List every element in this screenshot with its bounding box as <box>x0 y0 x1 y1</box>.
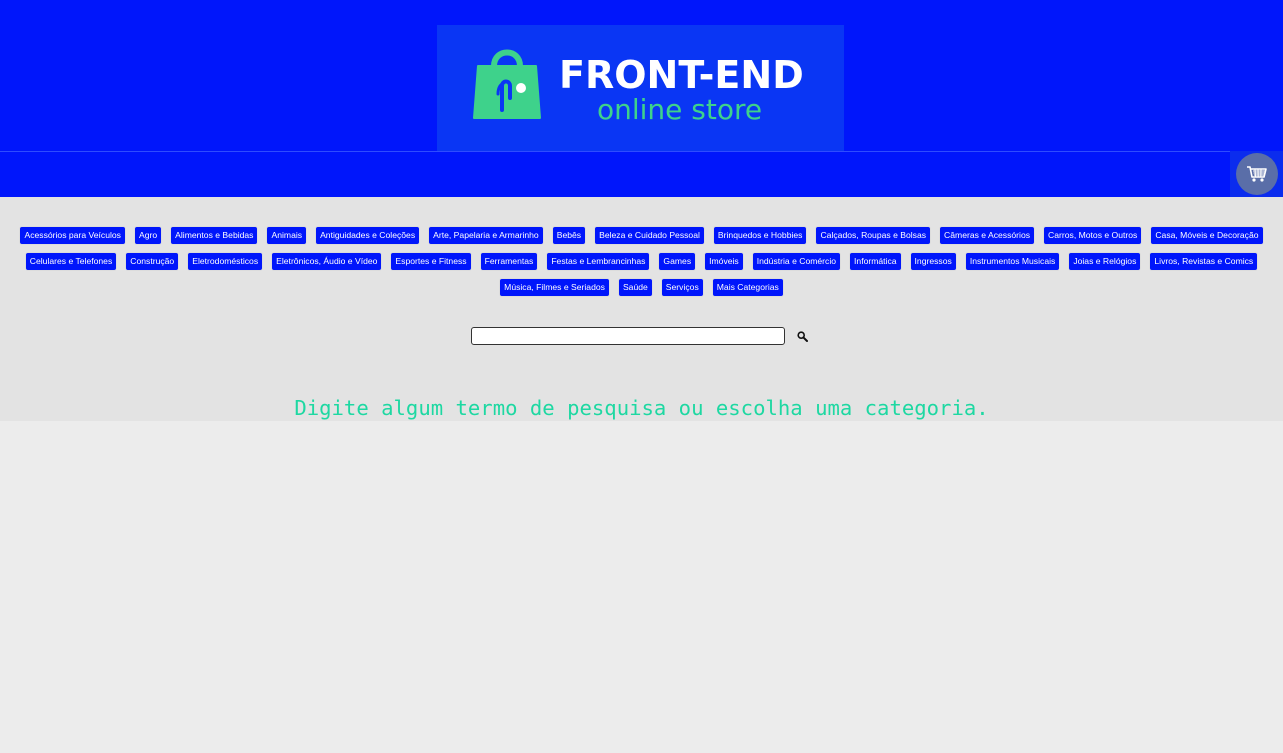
category-button[interactable]: Acessórios para Veículos <box>19 226 126 245</box>
search-button[interactable] <box>795 329 809 343</box>
header: FRONT-END online store <box>0 0 1283 152</box>
category-button[interactable]: Beleza e Cuidado Pessoal <box>594 226 705 245</box>
store-logo: FRONT-END online store <box>437 25 844 151</box>
category-button[interactable]: Eletrônicos, Áudio e Vídeo <box>271 252 383 271</box>
category-button[interactable]: Festas e Lembrancinhas <box>546 252 651 271</box>
category-button[interactable]: Instrumentos Musicais <box>964 252 1061 271</box>
category-button[interactable]: Antiguidades e Coleções <box>315 226 421 245</box>
search-icon <box>796 330 808 342</box>
category-button[interactable]: Indústria e Comércio <box>751 252 842 271</box>
category-button[interactable]: Informática <box>849 252 902 271</box>
main-content: Acessórios para Veículos Agro Alimentos e … <box>0 197 1283 421</box>
category-button[interactable]: Agro <box>133 226 163 245</box>
category-button[interactable]: Games <box>658 252 697 271</box>
category-button[interactable]: Saúde <box>617 278 653 297</box>
category-button[interactable]: Eletrodomésticos <box>187 252 264 271</box>
category-button[interactable]: Bebês <box>551 226 587 245</box>
category-button[interactable]: Carros, Motos e Outros <box>1043 226 1143 245</box>
category-button[interactable]: Construção <box>125 252 180 271</box>
logo-title: FRONT-END <box>559 53 804 97</box>
search-bar <box>471 326 809 346</box>
category-button[interactable]: Calçados, Roupas e Bolsas <box>815 226 932 245</box>
cart-button[interactable] <box>1236 153 1278 195</box>
category-button[interactable]: Imóveis <box>704 252 744 271</box>
category-button[interactable]: Serviços <box>660 278 704 297</box>
logo-subtitle: online store <box>597 93 763 126</box>
category-button[interactable]: Arte, Papelaria e Armarinho <box>428 226 544 245</box>
category-button[interactable]: Esportes e Fitness <box>390 252 472 271</box>
category-button[interactable]: Mais Categorias <box>711 278 784 297</box>
category-button[interactable]: Ferramentas <box>479 252 539 271</box>
category-button[interactable]: Alimentos e Bebidas <box>170 226 259 245</box>
empty-state-message: Digite algum termo de pesquisa ou escolh… <box>294 396 989 420</box>
category-row-3: Música, Filmes e Seriados Saúde Serviços Ma… <box>0 278 1283 297</box>
category-button[interactable]: Câmeras e Acessórios <box>939 226 1036 245</box>
category-row-2: Celulares e Telefones Construção Eletrodom… <box>0 252 1283 271</box>
category-button[interactable]: Animais <box>266 226 308 245</box>
search-input[interactable] <box>471 327 785 345</box>
category-button[interactable]: Ingressos <box>909 252 957 271</box>
category-button[interactable]: Celulares e Telefones <box>24 252 118 271</box>
category-button[interactable]: Brinquedos e Hobbies <box>712 226 808 245</box>
shopping-bag-icon <box>473 49 541 119</box>
cart-area <box>1230 151 1283 197</box>
shopping-cart-icon <box>1247 166 1267 182</box>
category-button[interactable]: Música, Filmes e Seriados <box>499 278 610 297</box>
navbar <box>0 151 1283 197</box>
category-row-1: Acessórios para Veículos Agro Alimentos e … <box>0 226 1283 245</box>
category-button[interactable]: Casa, Móveis e Decoração <box>1150 226 1264 245</box>
category-button[interactable]: Joias e Relógios <box>1068 252 1142 271</box>
category-button[interactable]: Livros, Revistas e Comics <box>1149 252 1259 271</box>
